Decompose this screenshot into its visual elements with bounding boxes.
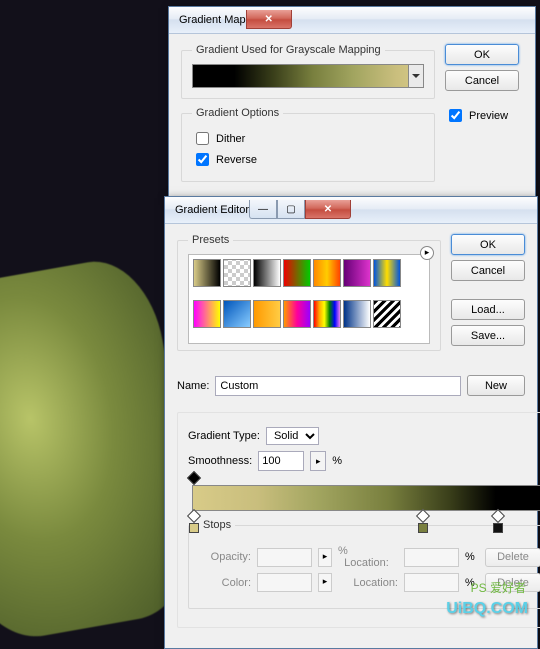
preset-swatch-12[interactable] (343, 300, 371, 328)
opacity-stop-left[interactable] (189, 473, 199, 485)
options-fieldset: Gradient Options Dither Reverse (181, 107, 435, 182)
ok-button[interactable]: OK (451, 234, 525, 255)
close-button[interactable]: ✕ (246, 10, 292, 29)
reverse-label: Reverse (216, 154, 257, 166)
name-label: Name: (177, 380, 209, 392)
preset-swatch-2[interactable] (253, 259, 281, 287)
maximize-button[interactable]: ▢ (277, 200, 305, 219)
opacity-delete-button: Delete (485, 548, 540, 567)
reverse-checkbox[interactable] (196, 153, 209, 166)
smoothness-input[interactable] (258, 451, 304, 471)
preset-swatch-9[interactable] (253, 300, 281, 328)
stops-legend: Stops (199, 519, 235, 531)
preset-swatch-0[interactable] (193, 259, 221, 287)
presets-legend: Presets (188, 234, 233, 246)
gradient-dropdown[interactable] (408, 65, 423, 87)
gradient-preview[interactable] (192, 64, 424, 88)
mapping-fieldset: Gradient Used for Grayscale Mapping (181, 44, 435, 99)
name-input[interactable] (215, 376, 461, 396)
opacity-stepper: ▸ (318, 548, 332, 567)
type-label: Gradient Type: (188, 430, 260, 442)
color-swatch (257, 573, 312, 592)
dither-checkbox[interactable] (196, 132, 209, 145)
preview-checkbox[interactable] (449, 109, 462, 122)
minimize-button[interactable]: — (249, 200, 277, 219)
preview-label: Preview (469, 110, 508, 122)
ok-button[interactable]: OK (445, 44, 519, 65)
save-button[interactable]: Save... (451, 325, 525, 346)
window-title: Gradient Map (179, 14, 246, 26)
color-stepper: ▸ (318, 573, 332, 592)
preset-swatch-8[interactable] (223, 300, 251, 328)
mapping-legend: Gradient Used for Grayscale Mapping (192, 44, 385, 56)
dither-label: Dither (216, 133, 245, 145)
load-button[interactable]: Load... (451, 299, 525, 320)
preset-swatch-7[interactable] (193, 300, 221, 328)
color-location-input (404, 573, 459, 592)
color-stop-2[interactable] (418, 511, 428, 523)
opacity-location-input (404, 548, 459, 567)
new-button[interactable]: New (467, 375, 525, 396)
color-stop-1[interactable] (189, 511, 199, 523)
titlebar[interactable]: Gradient Editor — ▢ ✕ (165, 197, 537, 224)
type-select[interactable]: Solid (266, 427, 319, 445)
preset-swatch-13[interactable] (373, 300, 401, 328)
preset-swatch-3[interactable] (283, 259, 311, 287)
cancel-button[interactable]: Cancel (451, 260, 525, 281)
opacity-label: Opacity: (201, 551, 251, 563)
opacity-input (257, 548, 312, 567)
preset-swatch-10[interactable] (283, 300, 311, 328)
smoothness-label: Smoothness: (188, 455, 252, 467)
window-title: Gradient Editor (175, 204, 249, 216)
color-label: Color: (201, 577, 251, 589)
gradient-map-dialog: Gradient Map ✕ Gradient Used for Graysca… (168, 6, 536, 203)
watermark-text-2: PS 爱好者 (471, 579, 526, 596)
options-legend: Gradient Options (192, 107, 283, 119)
presets-fieldset: Presets ▸ (177, 234, 441, 351)
presets-grid[interactable] (188, 254, 430, 344)
preset-swatch-1[interactable] (223, 259, 251, 287)
preset-swatch-5[interactable] (343, 259, 371, 287)
gradient-editor-bar[interactable] (192, 485, 540, 511)
watermark-text: UiBQ.COM (446, 600, 528, 618)
color-stop-3[interactable] (493, 511, 503, 523)
percent-label: % (332, 455, 342, 467)
close-button[interactable]: ✕ (305, 200, 351, 219)
preset-swatch-6[interactable] (373, 259, 401, 287)
presets-menu-icon[interactable]: ▸ (420, 246, 434, 260)
preset-swatch-11[interactable] (313, 300, 341, 328)
preset-swatch-4[interactable] (313, 259, 341, 287)
titlebar[interactable]: Gradient Map ✕ (169, 7, 535, 34)
smoothness-stepper[interactable]: ▸ (310, 451, 326, 471)
cancel-button[interactable]: Cancel (445, 70, 519, 91)
